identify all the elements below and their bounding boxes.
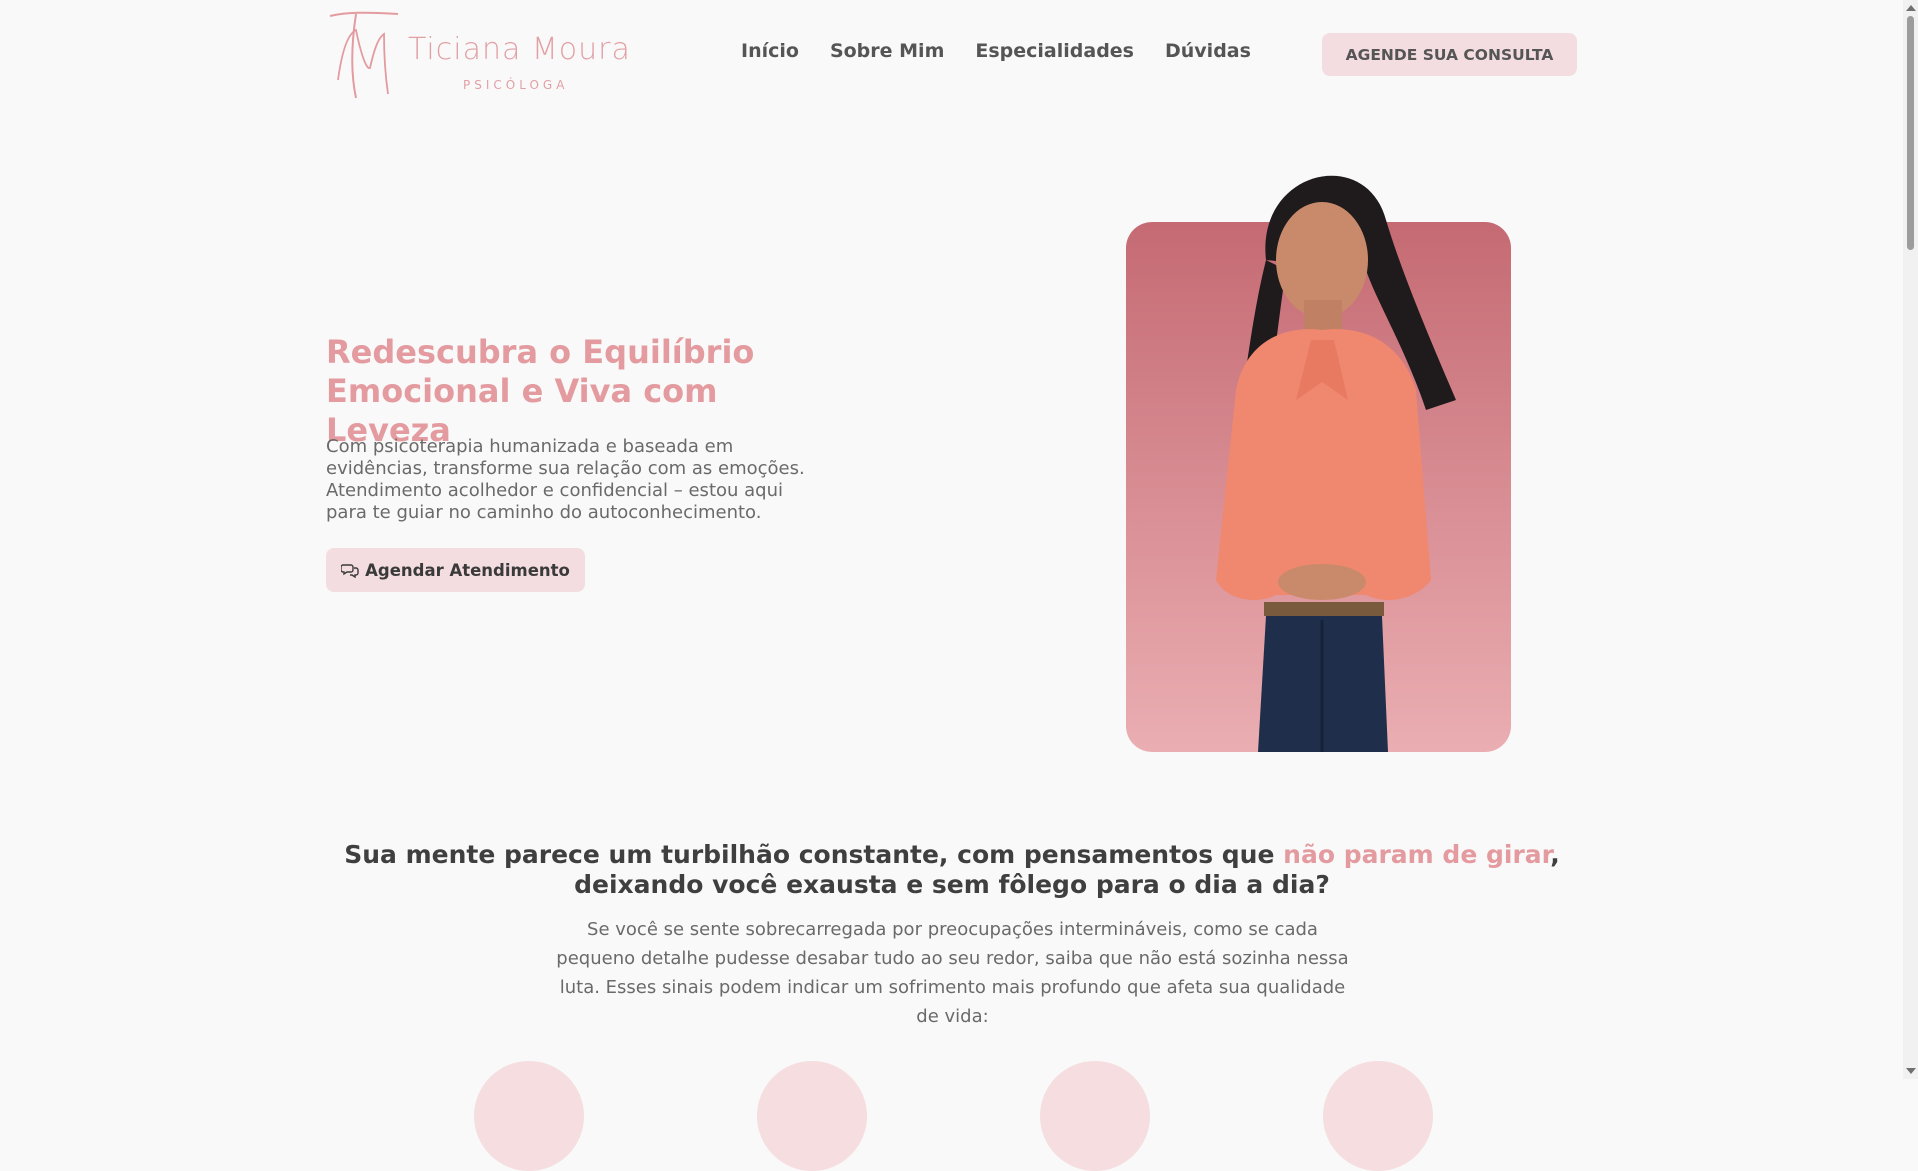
psychologist-portrait [1126, 175, 1511, 752]
scroll-up-arrow-icon[interactable] [1906, 5, 1916, 11]
logo-subtitle: PSICÓLOGA [463, 78, 569, 92]
symptom-icon-4 [1323, 1061, 1433, 1171]
logo-name: Ticiana Moura [408, 32, 631, 67]
nav-item-inicio[interactable]: Início [741, 40, 799, 62]
chat-bubbles-icon [341, 564, 359, 578]
symptom-icon-2 [757, 1061, 867, 1171]
symptom-icon-3 [1040, 1061, 1150, 1171]
tm-monogram-icon [329, 11, 399, 99]
schedule-appointment-button[interactable]: Agendar Atendimento [326, 548, 585, 592]
logo[interactable]: Ticiana Moura PSICÓLOGA [326, 10, 646, 102]
pain-title-part1: Sua mente parece um turbilhão constante,… [344, 840, 1284, 869]
symptom-icon-1 [474, 1061, 584, 1171]
hero-title: Redescubra o Equilíbrio Emocional e Viva… [326, 333, 755, 449]
pain-section-title: Sua mente parece um turbilhão constante,… [320, 840, 1584, 900]
scroll-down-arrow-icon[interactable] [1906, 1068, 1916, 1074]
hero-description: Com psicoterapia humanizada e baseada em… [326, 436, 805, 523]
scroll-thumb[interactable] [1907, 16, 1914, 250]
schedule-appointment-label: Agendar Atendimento [365, 560, 570, 580]
main-nav: Início Sobre Mim Especialidades Dúvidas [741, 40, 1251, 62]
nav-item-sobre-mim[interactable]: Sobre Mim [830, 40, 944, 62]
pain-title-highlight: não param de girar [1283, 840, 1551, 869]
vertical-scrollbar[interactable] [1903, 0, 1918, 1079]
schedule-consultation-button[interactable]: AGENDE SUA CONSULTA [1322, 33, 1577, 76]
nav-item-especialidades[interactable]: Especialidades [975, 40, 1134, 62]
pain-section-description: Se você se sente sobrecarregada por preo… [556, 919, 1349, 1027]
nav-item-duvidas[interactable]: Dúvidas [1165, 40, 1251, 62]
